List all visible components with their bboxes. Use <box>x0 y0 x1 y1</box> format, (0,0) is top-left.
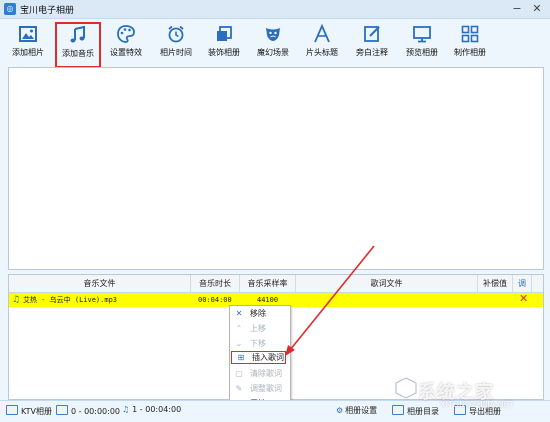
album-directory-button[interactable]: 相册目录 <box>392 405 439 417</box>
export-album-button[interactable]: 导出相册 <box>454 405 501 417</box>
music-count-status: ♫ 1 - 00:04:00 <box>122 405 181 414</box>
album-directory-label: 相册目录 <box>407 407 439 416</box>
music-count-text: 1 - 00:04:00 <box>132 405 182 414</box>
monitor-icon <box>6 405 18 415</box>
ktv-album-label: KTV相册 <box>21 407 52 416</box>
ktv-album-button[interactable]: KTV相册 <box>6 405 52 417</box>
folder-icon <box>392 405 404 415</box>
export-icon <box>454 405 466 415</box>
status-bar: KTV相册 0 - 00:00:00 ♫ 1 - 00:04:00 ⚙ 相册设置 相… <box>0 400 550 422</box>
image-icon <box>56 405 68 415</box>
album-settings-button[interactable]: ⚙ 相册设置 <box>336 405 377 416</box>
album-settings-label: 相册设置 <box>345 406 378 415</box>
annotation-arrow <box>285 245 375 356</box>
gear-icon: ⚙ <box>336 406 344 415</box>
photo-count-text: 0 - 00:00:00 <box>71 407 120 416</box>
export-album-label: 导出相册 <box>469 407 501 416</box>
music-note-icon: ♫ <box>122 405 130 414</box>
photo-count-status: 0 - 00:00:00 <box>56 405 120 416</box>
